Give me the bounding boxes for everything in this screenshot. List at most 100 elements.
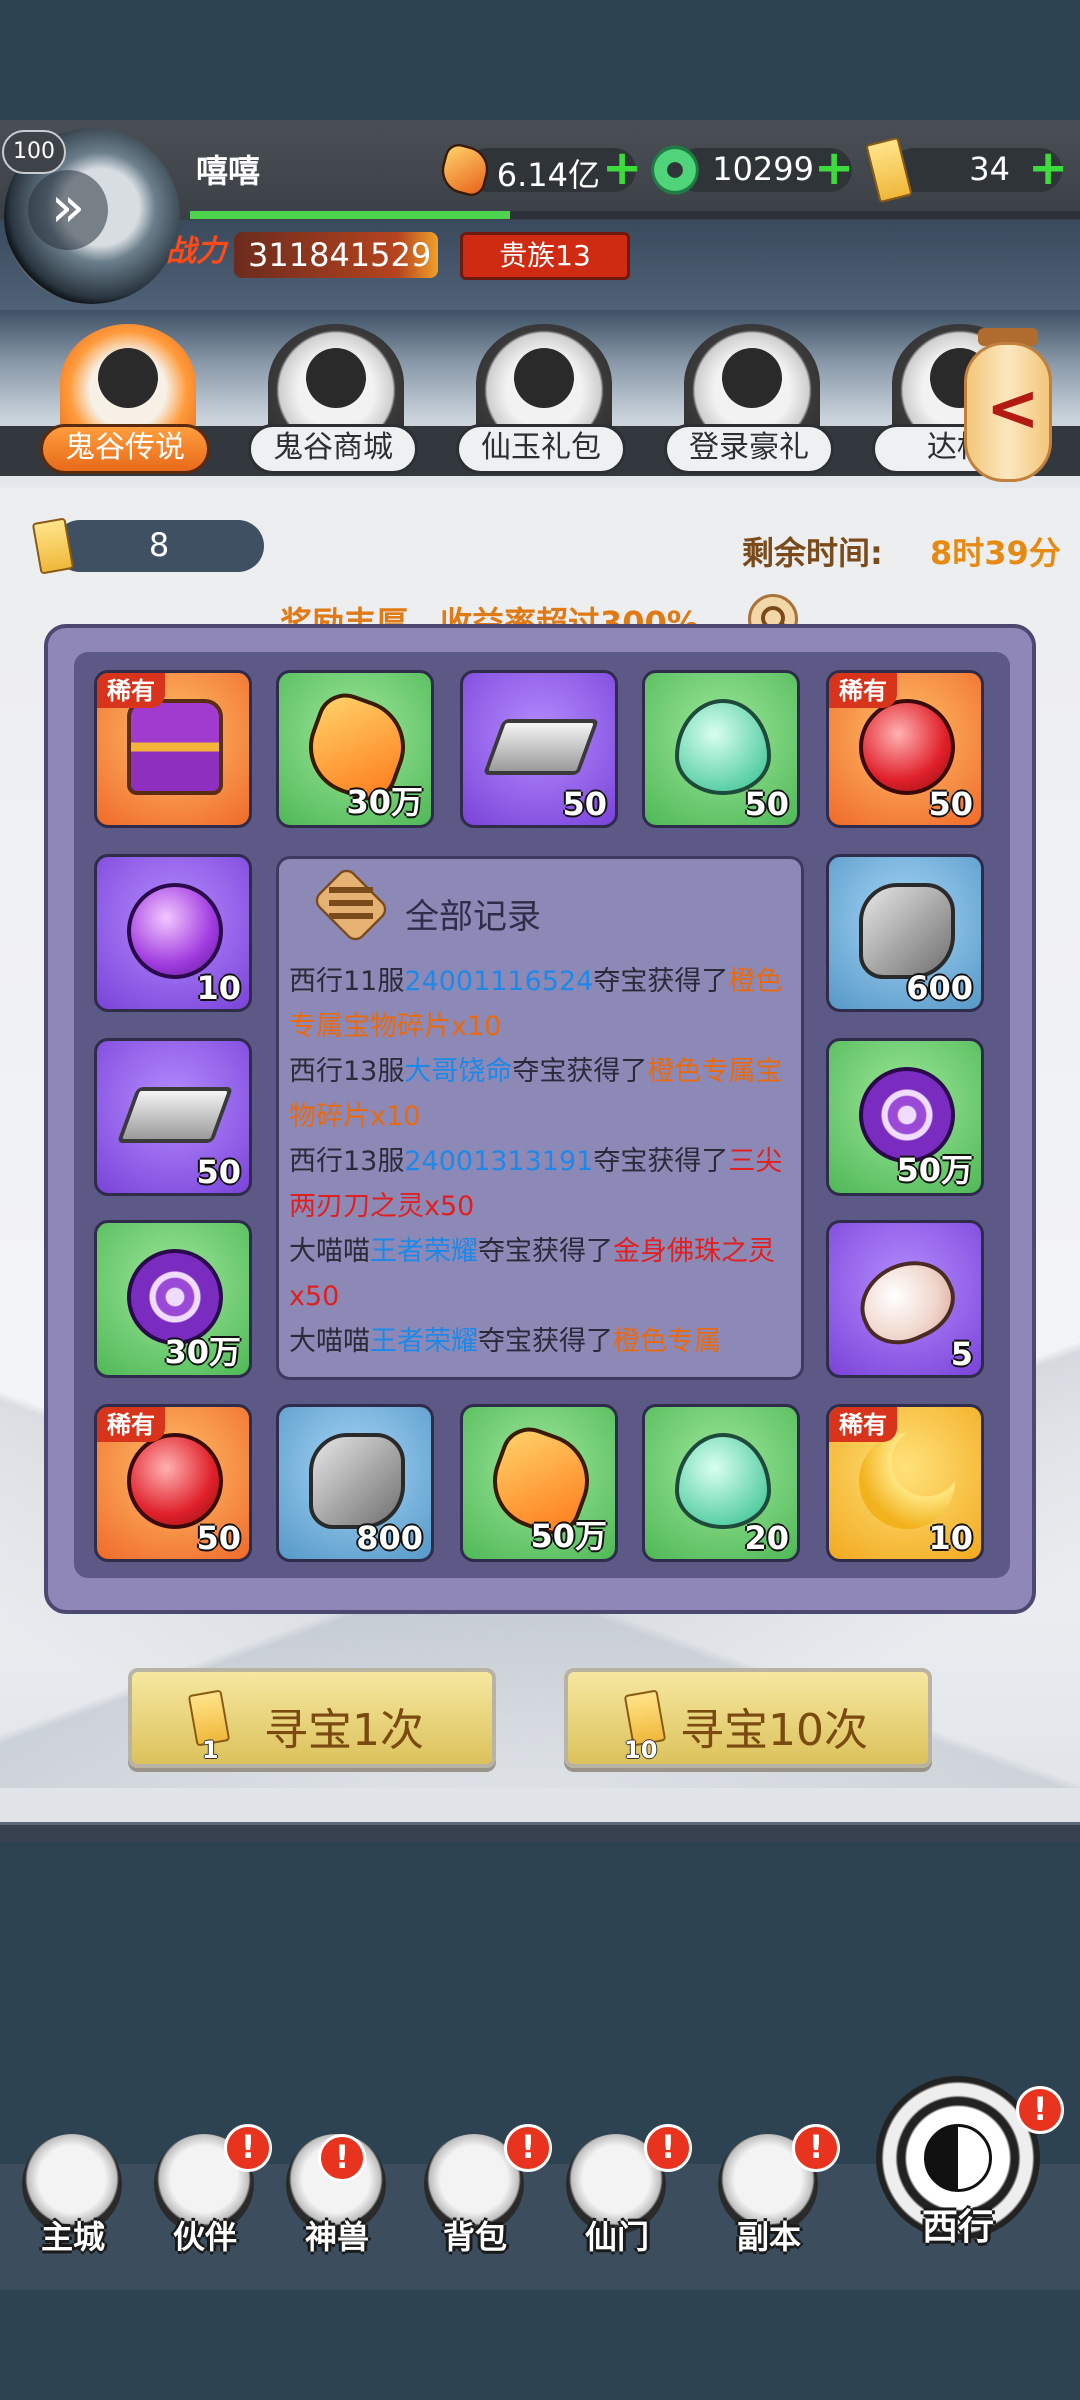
currency-jade: 10299 + [646,138,862,202]
hunt-once-button[interactable]: 1 寻宝1次 [128,1668,496,1768]
reward-cell[interactable]: 600 [826,854,984,1012]
player-name: 嘻嘻 [196,152,261,190]
treasure-chest-icon [127,699,223,795]
nav-city[interactable]: 主城 [10,2124,136,2264]
alert-badge: ! [318,2134,366,2182]
exp-fill [190,211,511,219]
rare-tag: 稀有 [97,673,165,708]
nav-main-label: 西行 [921,2207,994,2248]
reward-cell[interactable]: 稀有 50 [826,670,984,828]
reward-cell[interactable]: 50 [642,670,800,828]
add-ticket-button[interactable]: + [1028,140,1068,196]
record-part: 西行13服 [289,1056,405,1087]
tab-label: 登录豪礼 [664,424,834,474]
reward-cell[interactable]: 稀有 10 [826,1404,984,1562]
reward-amount: 5 [950,1335,973,1373]
record-part: 夺宝获得了 [593,966,729,997]
jade-drop-icon [675,699,771,795]
reward-cell[interactable]: 50万 [826,1038,984,1196]
tab-guigu-legend[interactable]: 鬼谷传说 [40,324,210,474]
add-gold-button[interactable]: + [602,140,642,196]
remaining-time-label: 剩余时间: [742,534,883,572]
record-part: 夺宝获得了 [593,1146,729,1177]
remaining-time-value: 8时39分 [930,534,1061,572]
add-jade-button[interactable]: + [814,140,854,196]
panel-divider [0,1822,1080,1842]
reward-amount: 30万 [346,783,423,821]
reward-cell[interactable]: 稀有 50 [94,1404,252,1562]
nav-beast[interactable]: 神兽 ! [274,2124,400,2264]
nav-sect[interactable]: 仙门 ! [554,2124,692,2264]
currency-ticket: 34 + [862,136,1076,204]
stone-icon [859,883,955,979]
record-part: 西行11服 [289,966,405,997]
nav-partner[interactable]: 伙伴 ! [142,2124,272,2264]
reward-amount: 800 [356,1519,423,1557]
tab-login-gift[interactable]: 登录豪礼 [664,324,834,474]
reward-cell[interactable]: 800 [276,1404,434,1562]
ticket-value: 34 [969,150,1010,188]
rare-tag: 稀有 [829,1407,897,1442]
reward-amount: 50 [196,1519,241,1557]
alert-badge: ! [792,2124,840,2172]
reward-amount: 600 [906,969,973,1007]
record-entry: 大喵喵王者荣耀夺宝获得了橙色专属 [289,1319,799,1364]
cost-count: 10 [624,1736,658,1764]
pearl-icon [847,1246,967,1358]
record-part: 夺宝获得了 [478,1236,613,1267]
reward-cell[interactable]: 稀有 [94,670,252,828]
reward-cell[interactable]: 50万 [460,1404,618,1562]
rare-tag: 稀有 [829,673,897,708]
expand-arrow-icon[interactable]: » [28,170,108,250]
cost-count: 1 [202,1736,219,1764]
ticket-counter: 8 [31,517,266,575]
tab-label: 仙玉礼包 [456,424,626,474]
alert-badge: ! [644,2124,692,2172]
level-badge: 100 [2,130,66,174]
reward-amount: 50 [562,785,607,823]
reward-cell[interactable]: 10 [94,854,252,1012]
power-label: 战力 [166,234,226,269]
stone-icon [309,1433,405,1529]
alert-badge: ! [224,2124,272,2172]
collapse-lantern-button[interactable]: < [964,302,1052,502]
reward-amount: 50万 [896,1151,973,1189]
purple-orb-icon [127,883,223,979]
record-part: 大哥饶命 [404,1056,513,1087]
silver-ingot-icon [482,719,600,775]
record-part: 王者荣耀 [370,1326,478,1357]
nav-dungeon[interactable]: 副本 ! [706,2124,840,2264]
nav-bag[interactable]: 背包 ! [412,2124,552,2264]
record-part: 大喵喵 [289,1236,370,1267]
gold-value: 6.14亿 [496,156,600,194]
currency-gold: 6.14亿 + [436,138,646,202]
nav-label: 副本 [736,2218,801,2256]
reward-cell[interactable]: 50 [94,1038,252,1196]
record-entry: 大喵喵王者荣耀夺宝获得了金身佛珠之灵x50 [289,1229,799,1319]
reward-cell[interactable]: 30万 [276,670,434,828]
record-part: 王者荣耀 [370,1236,478,1267]
alert-badge: ! [504,2124,552,2172]
reward-cell[interactable]: 5 [826,1220,984,1378]
red-orb-icon [127,1433,223,1529]
hunt-ten-button[interactable]: 10 寻宝10次 [564,1668,932,1768]
nav-label: 伙伴 [172,2218,237,2256]
reward-amount: 10 [928,1519,973,1557]
hunt-ten-label: 寻宝10次 [680,1705,868,1756]
exp-bar [190,211,1080,219]
reward-cell[interactable]: 50 [460,670,618,828]
jade-value: 10299 [712,150,814,188]
tab-jade-pack[interactable]: 仙玉礼包 [456,324,626,474]
reward-cell[interactable]: 20 [642,1404,800,1562]
record-part: 大喵喵 [289,1326,370,1357]
reward-amount: 50万 [530,1517,607,1555]
ticket-count-value: 8 [148,526,170,564]
noble-badge[interactable]: 贵族13 [460,232,630,280]
tab-guigu-shop[interactable]: 鬼谷商城 [248,324,418,474]
alert-badge: ! [1016,2086,1064,2134]
record-entry: 西行13服大哥饶命夺宝获得了橙色专属宝物碎片x10 [289,1049,799,1139]
records-panel[interactable]: 全部记录 西行11服24001116524夺宝获得了橙色专属宝物碎片x10 西行1… [276,856,804,1380]
record-part: 西行13服 [289,1146,405,1177]
record-part: 夺宝获得了 [512,1056,648,1087]
reward-cell[interactable]: 30万 [94,1220,252,1378]
